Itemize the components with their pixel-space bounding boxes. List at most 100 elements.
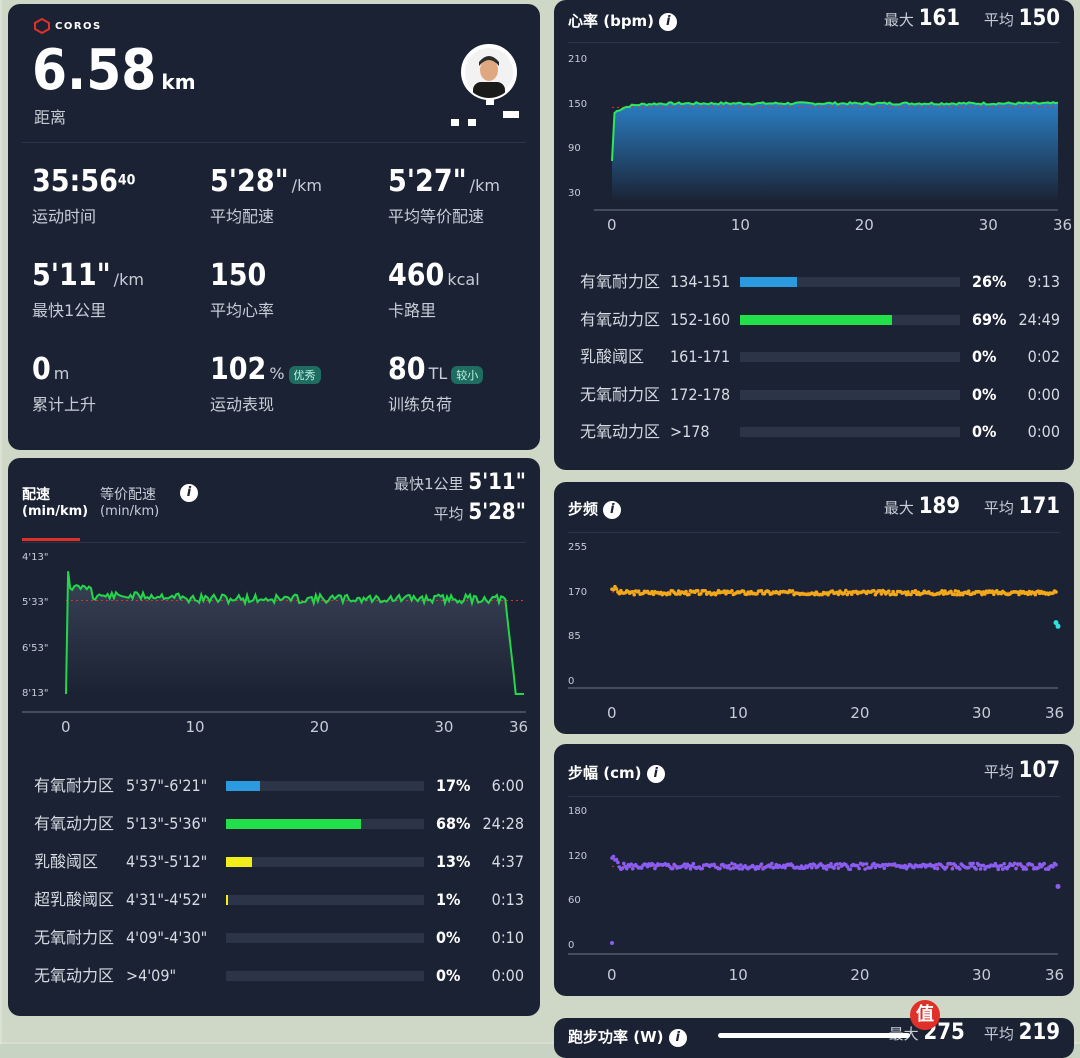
zone-bar — [740, 427, 960, 437]
cadence-point — [730, 588, 734, 593]
stat-5: 460 kcal 卡路里 — [388, 258, 540, 321]
stride-point — [611, 854, 616, 859]
stride-point — [700, 866, 705, 871]
stride-point — [832, 866, 836, 870]
stride-point — [727, 863, 731, 868]
stride-point — [770, 861, 774, 866]
pace-info-icon[interactable]: i — [180, 484, 198, 502]
cadence-point — [966, 589, 971, 593]
stat-unit: m — [53, 364, 70, 383]
zone-name: 乳酸阈区 — [34, 852, 99, 871]
zone-bar-fill — [226, 819, 361, 829]
cadence-chart[interactable] — [554, 532, 1074, 702]
stride-info-icon[interactable]: i — [646, 764, 665, 783]
hr-chart[interactable] — [554, 42, 1074, 222]
zone-row: 乳酸阈区 4'53"-5'12" 13% 4:37 — [8, 850, 540, 874]
stat-value-line: 460 kcal — [388, 258, 540, 293]
stat-value: 5'11" — [32, 258, 111, 293]
stat-8: 80 TL 较小训练负荷 — [388, 352, 540, 415]
zone-row: 超乳酸阈区 4'31"-4'52" 1% 0:13 — [8, 888, 540, 912]
stride-chart[interactable] — [554, 796, 1074, 966]
zone-percent: 0% — [972, 384, 997, 404]
stride-point — [630, 866, 635, 871]
x-tick-label: 30 — [972, 704, 992, 722]
avatar[interactable] — [461, 44, 517, 100]
pace-avg: 平均 5'28" — [433, 500, 526, 525]
stat-unit: /km — [469, 176, 500, 195]
zone-range: 161-171 — [670, 347, 731, 366]
zone-percent: 0% — [436, 928, 461, 947]
stat-value-line: 80 TL 较小 — [388, 352, 540, 387]
zone-row: 无氧动力区 >178 0% 0:00 — [554, 420, 1074, 444]
x-tick-label: 20 — [854, 216, 874, 234]
zone-bar — [226, 971, 424, 981]
stat-label: 训练负荷 — [388, 395, 453, 414]
stride-point — [1002, 861, 1006, 866]
x-tick-label: 30 — [978, 216, 998, 234]
stride-point — [882, 866, 887, 871]
cadence-point — [1055, 623, 1061, 629]
stride-point — [971, 861, 975, 866]
stat-label: 运动时间 — [32, 207, 97, 226]
stride-avg: 平均 107 — [983, 758, 1060, 783]
hr-info-icon[interactable]: i — [659, 12, 678, 31]
stat-label: 运动表现 — [210, 395, 275, 414]
pace-chart[interactable] — [8, 542, 540, 812]
stat-value: 35:56 — [32, 164, 118, 199]
stat-label: 卡路里 — [388, 301, 437, 320]
zone-bar — [740, 352, 960, 362]
zone-range: 152-160 — [670, 309, 731, 329]
zone-time: 9:13 — [1027, 272, 1060, 291]
cadence-point — [879, 592, 884, 596]
zone-range: 4'09"-4'30" — [126, 928, 208, 947]
x-tick-label: 10 — [185, 718, 205, 736]
stat-value: 150 — [210, 258, 267, 293]
home-indicator[interactable] — [718, 1033, 910, 1038]
stat-value: 5'27" — [388, 164, 467, 199]
stride-point — [738, 863, 743, 867]
x-tick-label: 36 — [1045, 966, 1065, 984]
cadence-point — [687, 592, 691, 597]
stat-3: 5'11"/km 最快1公里 — [32, 258, 192, 321]
stat-value-line: 0m — [32, 352, 192, 387]
cadence-point — [684, 589, 688, 594]
zone-name: 无氧耐力区 — [34, 928, 115, 947]
cadence-card: 步频 i 最大 189 平均 171 255 170 85 0 0 10 20 30 36 — [554, 482, 1074, 734]
cadence-point — [953, 589, 958, 593]
zone-bar — [740, 389, 960, 400]
coros-logo-icon — [34, 18, 50, 34]
zone-bar-fill — [226, 857, 252, 867]
zone-bar — [740, 314, 960, 325]
zone-row: 有氧动力区 152-160 69% 24:49 — [554, 308, 1074, 332]
zone-bar — [740, 277, 960, 287]
stride-point — [935, 866, 940, 871]
stride-point — [1030, 863, 1035, 867]
x-tick-label: 10 — [728, 966, 748, 984]
hr-max-avg: 最大 161 平均 150 — [883, 6, 1060, 31]
cadence-info-icon[interactable]: i — [603, 500, 622, 519]
stride-point — [625, 866, 629, 871]
stat-value-sup: 40 — [117, 172, 136, 189]
zone-percent: 17% — [436, 776, 471, 795]
zone-bar-fill — [740, 314, 892, 325]
zone-bar-fill — [740, 277, 798, 287]
pace-title[interactable]: 配速 — [22, 484, 88, 504]
zone-name: 乳酸阈区 — [580, 347, 645, 366]
zone-name: 超乳酸阈区 — [34, 890, 115, 909]
zone-name: 无氧耐力区 — [580, 384, 661, 404]
stride-point — [857, 866, 861, 871]
zone-range: 134-151 — [670, 272, 731, 291]
zone-range: 5'37"-6'21" — [126, 776, 208, 795]
zone-range: 4'31"-4'52" — [126, 890, 208, 909]
cadence-point — [790, 589, 795, 593]
power-card: 跑步功率 (W) i 最大 275 平均 219 — [554, 1018, 1074, 1058]
equiv-pace-title[interactable]: 等价配速 — [100, 484, 159, 504]
stat-value-line: 150 — [210, 258, 370, 293]
stat-1: 5'28"/km 平均配速 — [210, 164, 370, 227]
distance-value: 6.58 — [32, 38, 157, 103]
stat-value: 102 — [210, 352, 267, 387]
stat-value: 0 — [32, 352, 51, 387]
stat-label: 最快1公里 — [32, 301, 107, 320]
zone-row: 无氧耐力区 172-178 0% 0:00 — [554, 383, 1074, 407]
stride-point — [864, 862, 869, 866]
